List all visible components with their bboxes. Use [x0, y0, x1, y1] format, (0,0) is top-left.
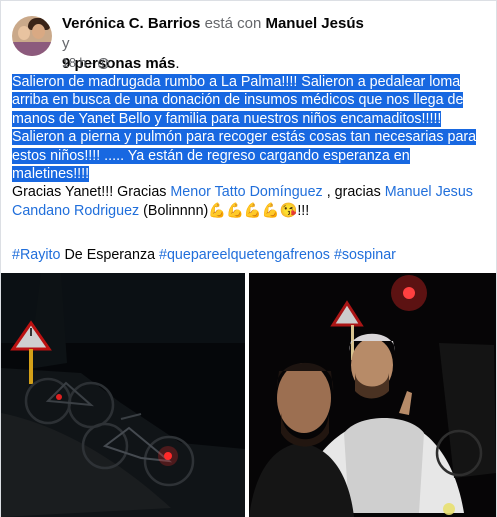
thanks-end: !!!	[297, 202, 310, 219]
period-text: .	[175, 55, 180, 72]
thanks-prefix: Gracias Yanet!!! Gracias	[12, 184, 171, 201]
selfie-night-photo[interactable]	[249, 273, 496, 517]
hashtag-sospinar[interactable]: #sospinar	[334, 247, 396, 263]
flex-emojis: 💪💪💪💪😘	[208, 202, 298, 219]
thanks-mid: , gracias	[322, 184, 385, 201]
mention-menor-tatto[interactable]: Menor Tatto Domínguez	[170, 184, 322, 200]
post-timestamp-row: 18 h ·	[62, 56, 109, 70]
author-avatar[interactable]	[12, 16, 52, 56]
hashtag-quepare[interactable]: #quepareelquetengafrenos	[159, 247, 330, 263]
thanks-suffix: (Bolinnnn)	[139, 202, 209, 219]
tagged-person[interactable]: Manuel Jesús	[265, 15, 363, 32]
selfie-night-photo-art	[249, 273, 496, 517]
facebook-post: Verónica C. Barrios está con Manuel Jesú…	[0, 0, 497, 517]
photo-grid	[1, 273, 496, 517]
hashtag-plain-text: De Esperanza	[60, 247, 160, 263]
bicycles-night-photo-art	[1, 273, 245, 517]
post-text: Salieron de madrugada rumbo a La Palma!!…	[12, 73, 488, 220]
connector-text: y	[62, 35, 70, 52]
bicycles-night-photo[interactable]	[1, 273, 245, 517]
with-text: está con	[204, 15, 262, 32]
selected-post-text: Salieron de madrugada rumbo a La Palma!!…	[12, 74, 477, 183]
globe-icon	[97, 57, 109, 69]
post-time[interactable]: 18 h	[62, 56, 86, 70]
author-name[interactable]: Verónica C. Barrios	[62, 15, 200, 32]
hashtag-line: #Rayito De Esperanza #quepareelquetengaf…	[12, 246, 396, 264]
hashtag-rayito[interactable]: #Rayito	[12, 247, 60, 263]
post-header: Verónica C. Barrios está con Manuel Jesú…	[12, 12, 482, 72]
